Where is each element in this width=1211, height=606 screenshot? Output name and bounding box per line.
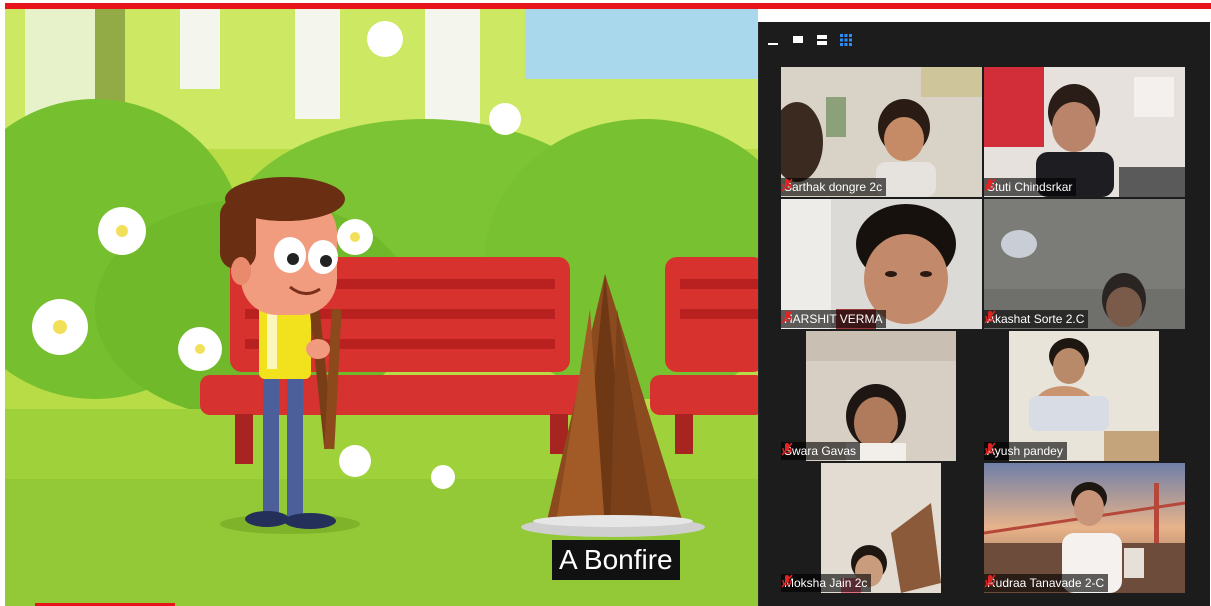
participant-name-bar: HARSHIT VERMA — [781, 310, 887, 328]
muted-mic-icon — [984, 178, 996, 192]
participant-tile[interactable]: HARSHIT VERMA — [781, 199, 982, 329]
participant-name: Sarthak dongre 2c — [784, 180, 883, 194]
participant-name-bar: Moksha Jain 2c — [781, 574, 872, 592]
participant-tile[interactable]: Rudraa Tanavade 2-C — [984, 463, 1185, 593]
split-view-icon[interactable] — [815, 33, 829, 47]
participant-tile[interactable]: Moksha Jain 2c — [781, 463, 982, 593]
view-switcher — [767, 32, 853, 48]
speaker-view-icon[interactable] — [791, 33, 805, 47]
participant-tile[interactable]: Stuti Chindsrkar — [984, 67, 1185, 197]
participant-name: Ayush pandey — [987, 444, 1063, 458]
shared-video[interactable]: A Bonfire — [5, 9, 758, 606]
participant-tile[interactable]: Ayush pandey — [984, 331, 1185, 461]
participant-name: Stuti Chindsrkar — [987, 180, 1073, 194]
muted-mic-icon — [984, 574, 996, 588]
muted-mic-icon — [781, 442, 793, 456]
cartoon-scene — [5, 9, 758, 606]
participant-gallery: Sarthak dongre 2c Stuti Chindsrkar HARSH… — [758, 22, 1210, 606]
participant-name: HARSHIT VERMA — [784, 312, 883, 326]
participant-name-bar: Stuti Chindsrkar — [984, 178, 1077, 196]
participant-name-bar: Rudraa Tanavade 2-C — [984, 574, 1109, 592]
muted-mic-icon — [984, 442, 996, 456]
participant-tile[interactable]: Sarthak dongre 2c — [781, 67, 982, 197]
participant-tile[interactable]: Akashat Sorte 2.C — [984, 199, 1185, 329]
participant-name-bar: Swara Gavas — [781, 442, 861, 460]
top-window-border — [0, 0, 1211, 9]
minimize-icon[interactable] — [767, 33, 781, 47]
muted-mic-icon — [781, 574, 793, 588]
participant-name-bar: Sarthak dongre 2c — [781, 178, 887, 196]
gallery-view-icon[interactable] — [839, 33, 853, 47]
participant-name-bar: Ayush pandey — [984, 442, 1067, 460]
muted-mic-icon — [984, 310, 996, 324]
participant-name: Akashat Sorte 2.C — [987, 312, 1085, 326]
participant-tile[interactable]: Swara Gavas — [781, 331, 982, 461]
participant-name-bar: Akashat Sorte 2.C — [984, 310, 1089, 328]
participant-name: Swara Gavas — [784, 444, 857, 458]
muted-mic-icon — [781, 178, 793, 192]
video-caption: A Bonfire — [552, 540, 680, 580]
participant-name: Rudraa Tanavade 2-C — [987, 576, 1105, 590]
participant-name: Moksha Jain 2c — [784, 576, 868, 590]
muted-mic-icon — [781, 310, 793, 324]
